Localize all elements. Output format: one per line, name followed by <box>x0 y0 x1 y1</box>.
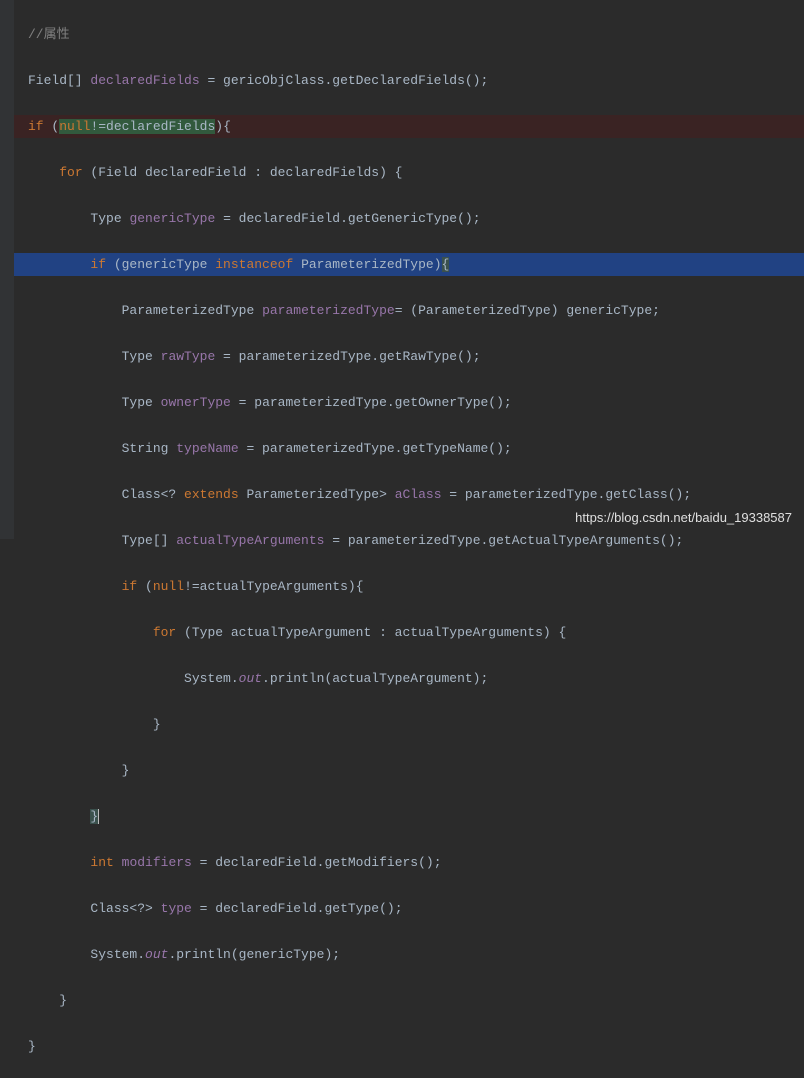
code-line: String typeName = parameterizedType.getT… <box>0 437 804 460</box>
code-editor[interactable]: //属性 Field[] declaredFields = gericObjCl… <box>0 0 804 1078</box>
code-line: Field[] declaredFields = gericObjClass.g… <box>0 69 804 92</box>
code-line-error: if (null!=declaredFields){ <box>0 115 804 138</box>
code-line: ParameterizedType parameterizedType= (Pa… <box>0 299 804 322</box>
code-line: for (Field declaredField : declaredField… <box>0 161 804 184</box>
text-caret <box>98 809 99 824</box>
code-line: Type[] actualTypeArguments = parameteriz… <box>0 529 804 552</box>
code-line: for (Type actualTypeArgument : actualTyp… <box>0 621 804 644</box>
code-line: int modifiers = declaredField.getModifie… <box>0 851 804 874</box>
comment: //属性 <box>28 27 70 42</box>
watermark-link: https://blog.csdn.net/baidu_19338587 <box>575 506 792 529</box>
code-line: Class<? extends ParameterizedType> aClas… <box>0 483 804 506</box>
code-line: Type genericType = declaredField.getGene… <box>0 207 804 230</box>
editor-gutter <box>0 0 14 539</box>
code-line: } <box>0 1035 804 1058</box>
code-line: if (null!=actualTypeArguments){ <box>0 575 804 598</box>
code-line: } <box>0 989 804 1012</box>
code-line: Type ownerType = parameterizedType.getOw… <box>0 391 804 414</box>
code-line: } <box>0 805 804 828</box>
code-line: System.out.println(actualTypeArgument); <box>0 667 804 690</box>
code-line: Type rawType = parameterizedType.getRawT… <box>0 345 804 368</box>
code-line: //属性 <box>0 23 804 46</box>
code-line: Class<?> type = declaredField.getType(); <box>0 897 804 920</box>
code-line: System.out.println(genericType); <box>0 943 804 966</box>
code-line: } <box>0 713 804 736</box>
code-line-selected: if (genericType instanceof Parameterized… <box>0 253 804 276</box>
code-line: } <box>0 759 804 782</box>
